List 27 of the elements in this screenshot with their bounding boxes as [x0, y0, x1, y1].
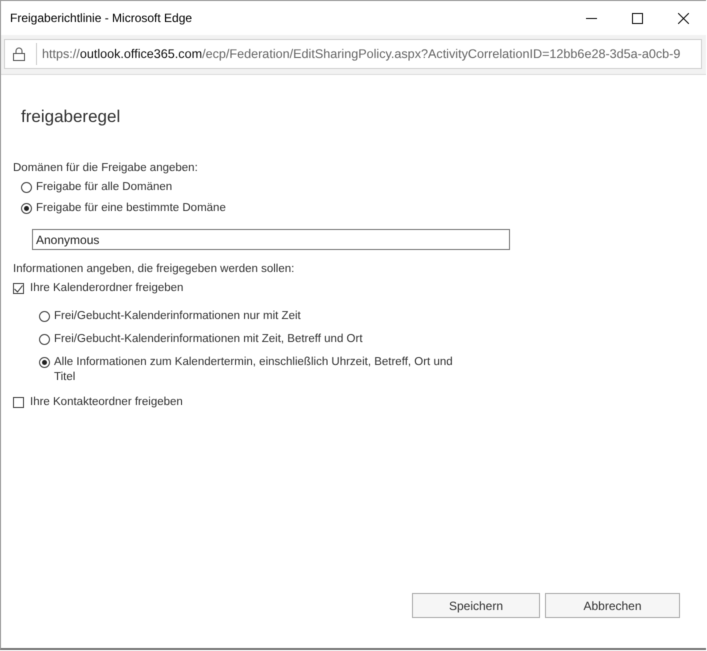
option-label: Freigabe für eine bestimmte Domäne — [36, 201, 226, 216]
url-text: https://outlook.office365.com/ecp/Federation/EditSharingPolicy.aspx?ActivityCorrelationID=12bb6e28-3d5a-a0cb-9 — [42, 47, 680, 61]
dialog-button[interactable]: Abbrechen — [545, 593, 680, 618]
option-label: Freigabe für alle Domänen — [36, 180, 172, 195]
option-label: Frei/Gebucht-Kalenderinformationen mit Zeit, Betreff und Ort — [54, 332, 363, 347]
address-bar[interactable]: https://outlook.office365.com/ecp/Federation/EditSharingPolicy.aspx?ActivityCorrelationID=12bb6e28-3d5a-a0cb-9 — [4, 39, 702, 69]
radio-button[interactable] — [39, 334, 50, 345]
radio-button[interactable] — [39, 357, 50, 368]
lock-icon — [13, 47, 25, 61]
close-icon — [678, 12, 688, 24]
radio-button[interactable] — [39, 311, 50, 322]
domain-field[interactable]: Anonymous — [32, 229, 510, 250]
checkbox[interactable] — [13, 397, 24, 408]
checkmark-icon — [14, 284, 23, 292]
section-label: Informationen angeben, die freigegeben werden sollen: — [13, 262, 296, 277]
dialog-button[interactable]: Speichern — [412, 593, 540, 618]
maximize-icon — [632, 12, 642, 24]
option-label: Ihre Kalenderordner freigeben — [30, 281, 184, 296]
radio-button[interactable] — [21, 182, 32, 193]
option-label: Ihre Kontakteordner freigeben — [30, 395, 183, 410]
radio-button[interactable] — [21, 203, 32, 214]
section-label: Domänen für die Freigabe angeben: — [13, 161, 199, 176]
checkbox[interactable] — [13, 283, 24, 294]
window-title: Freigaberichtlinie - Microsoft Edge — [10, 11, 192, 25]
option-label: Alle Informationen zum Kalendertermin, einschließlich Uhrzeit, Betreff, Ort und Titel — [54, 355, 454, 385]
option-label: Frei/Gebucht-Kalenderinformationen nur mit Zeit — [54, 309, 301, 324]
dialog-heading: freigaberegel — [21, 107, 122, 127]
